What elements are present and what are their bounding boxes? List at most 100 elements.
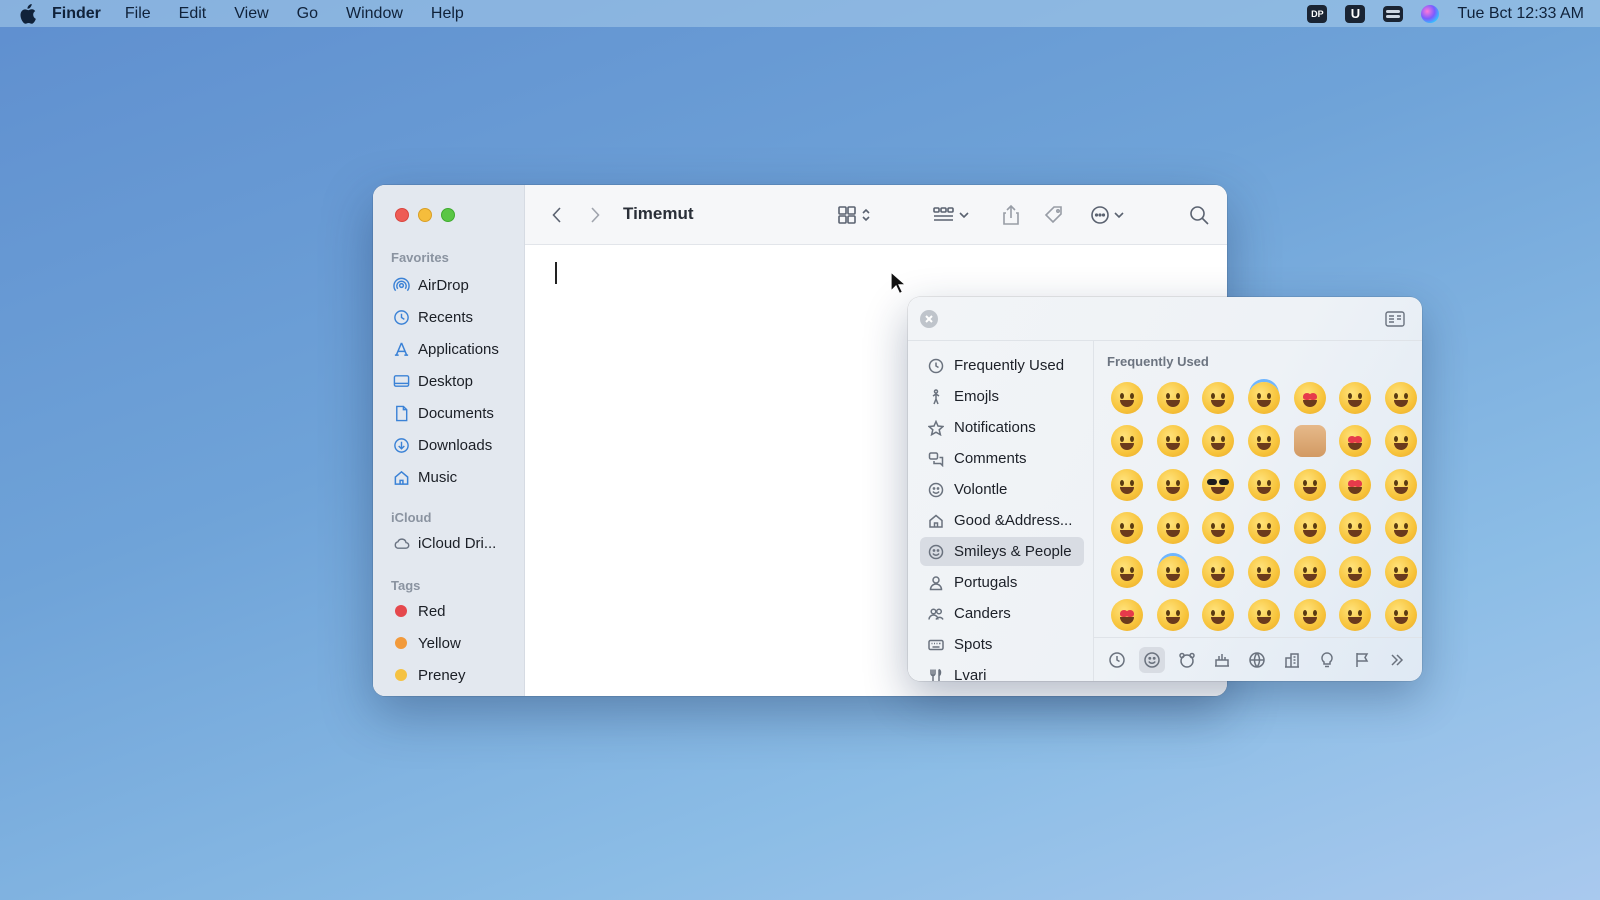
emoji-tongue-icon[interactable] [1287, 593, 1333, 637]
emoji-slight-smile-icon[interactable] [1104, 549, 1150, 593]
search-button[interactable] [1186, 203, 1212, 227]
menu-clock[interactable]: Tue Bct 12:33 AM [1457, 5, 1584, 23]
sidebar-item-airdrop[interactable]: AirDrop [392, 272, 522, 298]
emoji-relaxed-icon[interactable] [1287, 549, 1333, 593]
group-button[interactable] [931, 203, 977, 227]
sidebar-item-music[interactable]: Music [392, 464, 522, 490]
emoji-savoring-icon[interactable] [1378, 593, 1422, 637]
emoji-grinning-icon[interactable] [1104, 462, 1150, 506]
category-volontle[interactable]: Volontle [920, 475, 1084, 504]
tab-smileys[interactable] [1139, 646, 1165, 673]
emoji-raised-eyebrow-icon[interactable] [1287, 506, 1333, 550]
category-portugals[interactable]: Portugals [920, 568, 1084, 597]
sidebar-tag-red[interactable]: Red [392, 598, 522, 624]
tab-frequently-used[interactable] [1104, 647, 1130, 673]
emoji-blush-icon[interactable] [1241, 506, 1287, 550]
emoji-blush-icon[interactable] [1378, 419, 1422, 463]
back-button[interactable] [547, 203, 567, 227]
emoji-slight-smile-icon[interactable] [1195, 549, 1241, 593]
emoji-pleading-icon[interactable] [1241, 593, 1287, 637]
status-badge-icon[interactable]: DP [1307, 4, 1328, 23]
emoji-smirk-icon[interactable] [1195, 593, 1241, 637]
menu-help[interactable]: Help [431, 5, 464, 23]
sidebar-tag-preney[interactable]: Preney [392, 662, 522, 688]
apple-menu-icon[interactable] [16, 3, 38, 24]
emoji-frown-icon[interactable] [1332, 549, 1378, 593]
emoji-laughing-icon[interactable] [1150, 462, 1196, 506]
emoji-grinning-sweat-icon[interactable] [1150, 375, 1196, 419]
share-button[interactable] [999, 203, 1023, 227]
menu-window[interactable]: Window [346, 5, 403, 23]
category-frequently-used[interactable]: Frequently Used [920, 351, 1084, 380]
emoji-halo-icon[interactable] [1150, 549, 1196, 593]
zoom-window-button[interactable] [441, 208, 455, 222]
category-smileys-people[interactable]: Smileys & People [920, 537, 1084, 566]
close-window-button[interactable] [395, 208, 409, 222]
tab-animals[interactable] [1174, 647, 1200, 673]
emoji-kissing-heart-icon[interactable] [1104, 593, 1150, 637]
emoji-smile-icon[interactable] [1332, 375, 1378, 419]
category-good-address[interactable]: Good &Address... [920, 506, 1084, 535]
menu-app-finder[interactable]: Finder [52, 5, 101, 23]
more-actions-button[interactable] [1088, 203, 1132, 227]
sidebar-item-icloud-drive[interactable]: iCloud Dri... [392, 530, 522, 556]
category-emojis[interactable]: Emojls [920, 382, 1084, 411]
tab-travel[interactable] [1279, 647, 1305, 673]
sidebar-item-desktop[interactable]: Desktop [392, 368, 522, 394]
emoji-relaxed-icon[interactable] [1378, 462, 1422, 506]
menu-go[interactable]: Go [297, 5, 318, 23]
category-spots[interactable]: Spots [920, 630, 1084, 659]
emoji-wink-icon[interactable] [1195, 419, 1241, 463]
emoji-zany-icon[interactable] [1332, 593, 1378, 637]
category-notifications[interactable]: Notifications [920, 413, 1084, 442]
tab-food[interactable] [1209, 647, 1235, 673]
emoji-grin-icon[interactable] [1195, 375, 1241, 419]
sidebar-tag-yellow[interactable]: Yellow [392, 630, 522, 656]
category-lvari[interactable]: Lvari [920, 661, 1084, 681]
tab-flags[interactable] [1349, 647, 1375, 673]
minimize-window-button[interactable] [418, 208, 432, 222]
forward-button[interactable] [585, 203, 605, 227]
emoji-heart-eyes-icon[interactable] [1332, 419, 1378, 463]
siri-icon[interactable] [1421, 4, 1440, 23]
tag-button[interactable] [1041, 203, 1067, 227]
menu-edit[interactable]: Edit [179, 5, 207, 23]
emoji-tearful-smile-icon[interactable] [1241, 419, 1287, 463]
tab-more[interactable] [1384, 647, 1410, 673]
sidebar-item-applications[interactable]: Applications [392, 336, 522, 362]
emoji-wink-icon[interactable] [1195, 506, 1241, 550]
sidebar-item-downloads[interactable]: Downloads [392, 432, 522, 458]
emoji-smiling-hearts-icon[interactable] [1287, 375, 1333, 419]
emoji-sunglasses-icon[interactable] [1195, 462, 1241, 506]
emoji-wink-icon[interactable] [1378, 549, 1422, 593]
emoji-smiling-hearts-icon[interactable] [1332, 462, 1378, 506]
user-badge-icon[interactable]: U [1345, 4, 1366, 23]
emoji-thumbs-up-icon[interactable] [1287, 419, 1333, 463]
emoji-holding-tears-icon[interactable] [1287, 462, 1333, 506]
emoji-blush-icon[interactable] [1332, 506, 1378, 550]
menu-view[interactable]: View [234, 5, 268, 23]
emoji-smiley-icon[interactable] [1104, 506, 1150, 550]
emoji-halo-icon[interactable] [1241, 375, 1287, 419]
emoji-joy-icon[interactable] [1104, 419, 1150, 463]
control-center-icon[interactable] [1383, 5, 1404, 22]
tab-objects[interactable] [1314, 647, 1340, 673]
emoji-blush-icon[interactable] [1378, 506, 1422, 550]
character-viewer-button[interactable] [1385, 311, 1405, 327]
chevron-right-icon [591, 207, 600, 223]
category-comments[interactable]: Comments [920, 444, 1084, 473]
emoji-grinning-icon[interactable] [1104, 375, 1150, 419]
category-canders[interactable]: Canders [920, 599, 1084, 628]
emoji-grin-icon[interactable] [1150, 419, 1196, 463]
close-picker-button[interactable] [920, 310, 938, 328]
tab-activities[interactable] [1244, 647, 1270, 673]
emoji-slight-smile-icon[interactable] [1241, 462, 1287, 506]
view-mode-button[interactable] [835, 203, 879, 227]
sidebar-item-documents[interactable]: Documents [392, 400, 522, 426]
menu-file[interactable]: File [125, 5, 151, 23]
emoji-relaxed-icon[interactable] [1150, 593, 1196, 637]
emoji-relaxed-icon[interactable] [1241, 549, 1287, 593]
emoji-smiley-icon[interactable] [1150, 506, 1196, 550]
emoji-rofl-icon[interactable] [1378, 375, 1422, 419]
sidebar-item-recents[interactable]: Recents [392, 304, 522, 330]
